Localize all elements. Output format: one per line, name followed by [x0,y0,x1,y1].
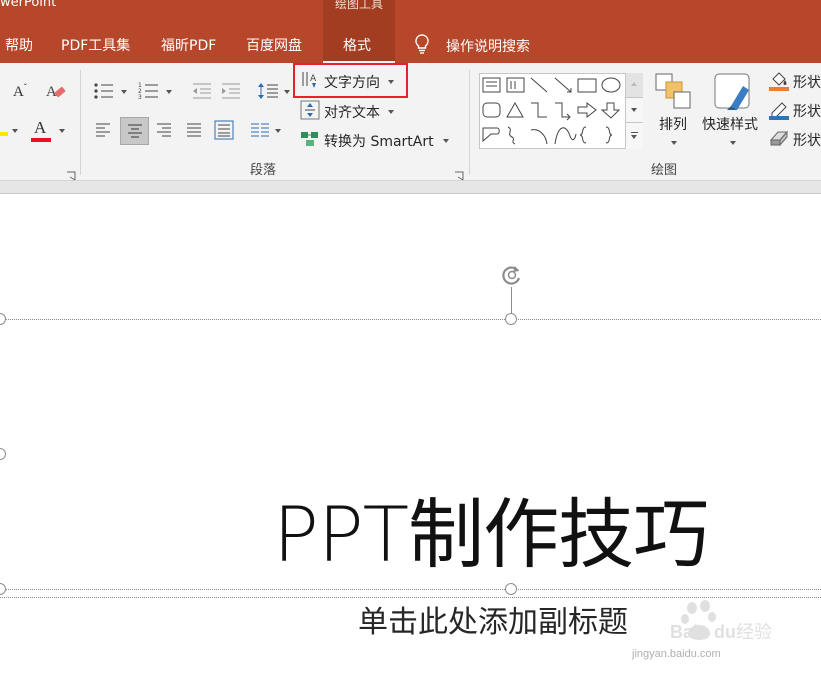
slide-title[interactable]: PPT制作技巧 [273,485,709,585]
slide-subtitle-placeholder[interactable]: 单击此处添加副标题 [358,603,628,643]
drawing-group-label: 绘图 [650,163,677,178]
text-direction-dropdown-icon[interactable] [388,80,394,84]
align-center-icon [128,124,142,138]
svg-text:du: du [714,622,736,642]
shape-outline-icon[interactable] [768,99,790,121]
arrange-icon[interactable] [654,72,692,110]
group-separator [469,70,470,175]
quick-styles-button[interactable]: 快速样式 [702,114,758,134]
arrange-button[interactable]: 排列 [659,114,687,134]
shape-effects-button[interactable]: 形状 [793,130,821,150]
tab-baidu-netdisk[interactable]: 百度网盘 [246,35,302,55]
shapes-gallery[interactable] [479,73,643,149]
paragraph-dialog-launcher-icon[interactable] [454,166,464,181]
rotate-handle-stem [511,287,512,314]
subtitle-border-top [0,597,821,598]
context-group-label: 绘图工具 [334,0,383,11]
text-direction-icon[interactable]: A [300,70,320,90]
shape-outline-button[interactable]: 形状 [793,101,821,121]
shapes-gallery-scrollbar[interactable] [625,73,643,149]
watermark-url: jingyan.baidu.com [632,648,721,660]
gallery-more-button[interactable] [626,123,643,149]
tell-me-search[interactable]: 操作说明搜索 [446,36,530,56]
decrease-indent-icon[interactable] [191,82,213,100]
align-left-icon[interactable] [95,122,111,138]
distributed-icon[interactable] [214,120,234,140]
tab-foxit-pdf[interactable]: 福昕PDF [161,35,216,55]
svg-text:3: 3 [138,94,142,101]
svg-text:经验: 经验 [736,622,772,643]
highlight-color-icon[interactable] [0,122,8,136]
columns-dropdown-icon[interactable] [275,129,281,133]
svg-text:A: A [310,74,317,84]
increase-indent-icon[interactable] [220,82,242,100]
shape-fill-icon[interactable] [768,70,790,92]
tab-format[interactable]: 格式 [343,35,371,55]
align-text-icon[interactable] [300,100,320,120]
quick-styles-icon[interactable] [713,72,753,112]
numbering-icon[interactable]: 123 [138,81,160,101]
tab-help[interactable]: 帮助 [5,35,33,55]
change-case-icon[interactable]: Aˇ [13,82,27,101]
arrange-dropdown-icon[interactable] [671,141,677,145]
paragraph-group-label: 段落 [249,163,276,178]
shapes-grid [482,77,621,145]
shape-effects-icon[interactable] [768,128,790,148]
numbering-dropdown-icon[interactable] [166,90,172,94]
smartart-icon[interactable] [300,130,320,148]
textbox-border-bottom [0,589,821,590]
columns-icon[interactable] [250,122,270,138]
bullets-dropdown-icon[interactable] [121,90,127,94]
align-text-button[interactable]: 对齐文本 [324,102,380,122]
textbox-border-top [0,319,821,320]
line-spacing-dropdown-icon[interactable] [284,90,290,94]
font-color-dropdown-icon[interactable] [59,129,65,133]
gallery-scroll-down[interactable] [626,98,643,123]
font-dialog-launcher-icon[interactable] [66,166,76,181]
resize-handle-top-center[interactable] [505,313,517,325]
align-center-button[interactable] [120,117,149,145]
title-bar: werPoint 绘图工具 帮助 PDF工具集 福昕PDF 百度网盘 格式 操作… [0,0,821,63]
gallery-scroll-up[interactable] [626,73,643,98]
clear-formatting-icon[interactable]: A [44,80,68,102]
group-separator [80,70,81,175]
smartart-dropdown-icon[interactable] [443,139,449,143]
shape-fill-button[interactable]: 形状 [793,72,821,92]
quick-styles-dropdown-icon[interactable] [730,141,736,145]
app-name: werPoint [0,0,57,10]
rotate-handle-icon[interactable] [500,263,524,287]
highlight-dropdown-icon[interactable] [12,129,18,133]
align-right-icon[interactable] [156,122,172,138]
svg-text:Bai: Bai [670,622,698,642]
ribbon-slide-divider [0,181,821,194]
bullets-icon[interactable] [93,81,115,101]
font-color-icon[interactable]: A [31,118,53,142]
line-spacing-icon[interactable] [257,80,279,102]
align-text-dropdown-icon[interactable] [388,110,394,114]
convert-smartart-button[interactable]: 转换为 SmartArt [324,131,434,151]
text-direction-button[interactable]: 文字方向 [324,72,380,92]
lightbulb-icon[interactable] [413,33,431,55]
justify-icon[interactable] [186,122,202,138]
tab-pdf-toolset[interactable]: PDF工具集 [61,35,130,55]
